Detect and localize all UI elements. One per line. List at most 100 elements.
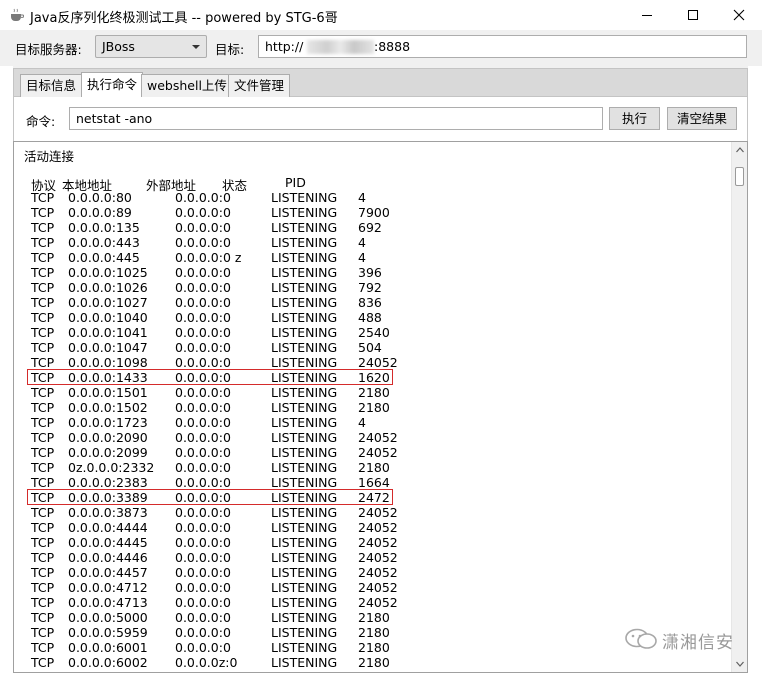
cell-proto: TCP [31,220,55,235]
scroll-up-icon[interactable] [736,147,744,153]
target-url-port: :8888 [374,39,411,54]
watermark-text: 潇湘信安 [662,633,734,653]
table-row: TCP 0.0.0.0:4444 0.0.0.0:0 LISTENING 24052 [14,520,724,535]
server-select[interactable]: JBoss [95,35,207,58]
cell-local: 0.0.0.0:1025 [68,265,148,280]
tab-target-info[interactable]: 目标信息 [20,74,83,97]
cell-state: LISTENING [271,655,338,670]
cell-local: 0.0.0.0:4713 [68,595,148,610]
cell-foreign: 0.0.0.0:0 [175,235,231,250]
cell-local: 0.0.0.0:1501 [68,385,148,400]
cell-state: LISTENING [271,415,338,430]
cell-local: 0.0.0.0:1041 [68,325,148,340]
result-textarea[interactable]: 活动连接 协议 本地地址 外部地址 状态 PID TCP 0.0.0.0:80 0.… [13,141,748,673]
cell-local: 0.0.0.0:1027 [68,295,148,310]
cell-foreign: 0.0.0.0:0 [175,565,231,580]
vertical-scrollbar[interactable] [731,142,747,672]
redacted-host-mask [307,40,374,54]
table-row: TCP 0.0.0.0:4446 0.0.0.0:0 LISTENING 24052 [14,550,724,565]
execute-button[interactable]: 执行 [609,107,660,130]
command-input-value: netstat -ano [76,111,153,126]
cell-foreign: 0.0.0.0:0 [175,460,231,475]
cell-pid: 24052 [358,580,398,595]
target-label: 目标: [215,42,245,57]
cell-pid: 2180 [358,625,390,640]
cell-state: LISTENING [271,520,338,535]
column-header-pid: PID [285,175,306,190]
cell-local: 0.0.0.0:4446 [68,550,148,565]
cell-proto: TCP [31,625,55,640]
target-url-input[interactable]: http:// :8888 [258,35,747,58]
title-bar: Java反序列化终极测试工具 -- powered by STG-6哥 [0,0,762,30]
table-row: TCP 0.0.0.0:443 0.0.0.0:0 LISTENING 4 [14,235,724,250]
cell-pid: 4 [358,190,366,205]
maximize-button[interactable] [670,0,716,30]
table-row: TCP 0.0.0.0:445 0.0.0.0:0 z LISTENING 4 [14,250,724,265]
table-row: TCP 0.0.0.0:4445 0.0.0.0:0 LISTENING 24052 [14,535,724,550]
cell-proto: TCP [31,355,55,370]
cell-pid: 792 [358,280,382,295]
cell-foreign: 0.0.0.0:0 [175,580,231,595]
table-row: TCP 0z.0.0.0:2332 0.0.0.0:0 LISTENING 2180 [14,460,724,475]
cell-local: 0.0.0.0:2099 [68,445,148,460]
cell-proto: TCP [31,280,55,295]
cell-local: 0.0.0.0:6002 [68,655,148,670]
highlight-box [27,369,393,385]
cell-proto: TCP [31,535,55,550]
cell-state: LISTENING [271,445,338,460]
cell-local: 0.0.0.0:2383 [68,475,148,490]
cell-foreign: 0.0.0.0:0 [175,415,231,430]
table-row: TCP 0.0.0.0:1723 0.0.0.0:0 LISTENING 4 [14,415,724,430]
column-header-row: 协议 本地地址 外部地址 状态 PID [14,175,724,193]
cell-pid: 2180 [358,655,390,670]
cell-state: LISTENING [271,220,338,235]
table-row: TCP 0.0.0.0:1502 0.0.0.0:0 LISTENING 2180 [14,400,724,415]
cell-proto: TCP [31,190,55,205]
table-row: TCP 0.0.0.0:4713 0.0.0.0:0 LISTENING 24052 [14,595,724,610]
cell-local: 0.0.0.0:4445 [68,535,148,550]
cell-state: LISTENING [271,265,338,280]
tab-execute-command[interactable]: 执行命令 [81,72,144,97]
tab-webshell-upload[interactable]: webshell上传 [141,74,233,97]
close-button[interactable] [716,0,762,30]
table-row: TCP 0.0.0.0:3873 0.0.0.0:0 LISTENING 24052 [14,505,724,520]
cell-proto: TCP [31,610,55,625]
cell-state: LISTENING [271,190,338,205]
cell-proto: TCP [31,250,55,265]
table-row: TCP 0.0.0.0:1025 0.0.0.0:0 LISTENING 396 [14,265,724,280]
cell-state: LISTENING [271,610,338,625]
cell-pid: 24052 [358,550,398,565]
table-row: TCP 0.0.0.0:1501 0.0.0.0:0 LISTENING 2180 [14,385,724,400]
table-row: TCP 0.0.0.0:5959 0.0.0.0:0 LISTENING 2180 [14,625,724,640]
cell-pid: 24052 [358,355,398,370]
minimize-button[interactable] [624,0,670,30]
cell-foreign: 0.0.0.0:0 [175,265,231,280]
command-input[interactable]: netstat -ano [69,107,603,130]
cell-foreign: 0.0.0.0:0 [175,475,231,490]
cell-foreign: 0.0.0.0:0 [175,520,231,535]
scroll-down-icon[interactable] [736,661,744,667]
minimize-icon [642,15,652,16]
cell-local: 0.0.0.0:80 [68,190,132,205]
cell-pid: 24052 [358,535,398,550]
clear-results-button[interactable]: 清空结果 [667,107,737,130]
cell-pid: 24052 [358,445,398,460]
table-row: TCP 0.0.0.0:80 0.0.0.0:0 LISTENING 4 [14,190,724,205]
cell-proto: TCP [31,265,55,280]
cell-state: LISTENING [271,550,338,565]
cell-foreign: 0.0.0.0:0 [175,190,231,205]
cell-foreign: 0.0.0.0:0 [175,295,231,310]
cell-local: 0.0.0.0:89 [68,205,132,220]
tab-file-manager[interactable]: 文件管理 [228,74,291,97]
cell-pid: 24052 [358,520,398,535]
cell-proto: TCP [31,415,55,430]
cell-state: LISTENING [271,430,338,445]
scroll-thumb[interactable] [735,167,744,186]
cell-local: 0.0.0.0:445 [68,250,140,265]
highlight-box [27,489,393,505]
cell-foreign: 0.0.0.0:0 [175,340,231,355]
cell-pid: 488 [358,310,382,325]
cell-foreign: 0.0.0.0:0 [175,220,231,235]
command-label: 命令: [26,114,56,129]
table-row: TCP 0.0.0.0:89 0.0.0.0:0 LISTENING 7900 [14,205,724,220]
